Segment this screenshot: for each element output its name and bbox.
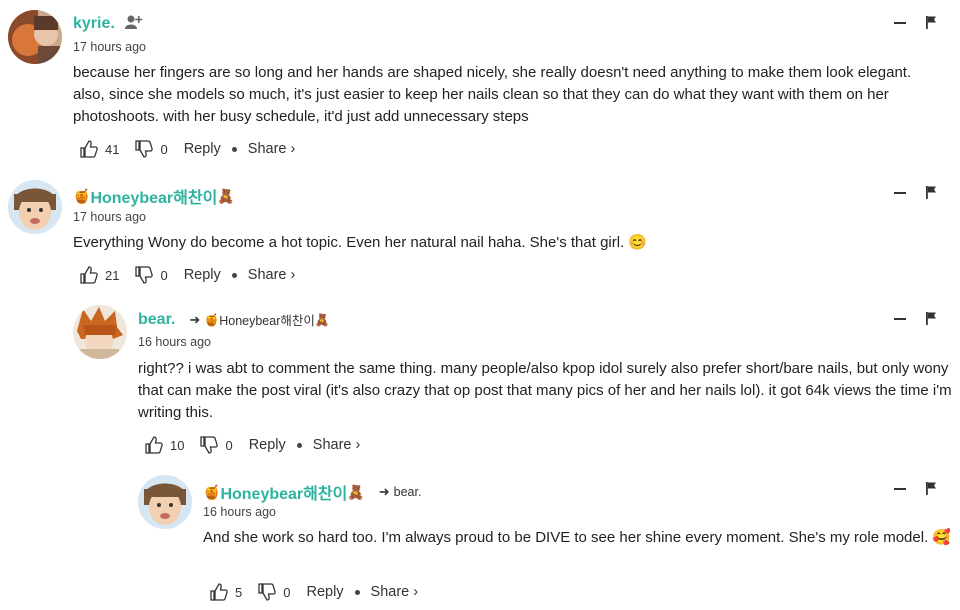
chevron-right-icon: ›: [355, 437, 361, 453]
thumbs-up-icon[interactable]: [80, 140, 98, 158]
collapse-icon[interactable]: [894, 21, 906, 24]
flag-icon[interactable]: [926, 482, 937, 495]
thumbs-up-icon[interactable]: [145, 436, 163, 454]
thumbs-up-icon[interactable]: [80, 266, 98, 284]
share-label: Share: [247, 267, 287, 283]
flag-icon[interactable]: [926, 312, 937, 325]
share-label: Share: [370, 584, 410, 600]
timestamp: 17 hours ago: [73, 210, 146, 224]
collapse-icon[interactable]: [894, 487, 906, 490]
like-count: 10: [170, 437, 185, 453]
comment-text: because her fingers are so long and her …: [73, 64, 912, 125]
teddy-bear-icon: 🧸: [347, 484, 365, 500]
thumbs-down-icon[interactable]: [135, 266, 154, 284]
dislike-count: 0: [160, 267, 168, 283]
chevron-right-icon: ›: [290, 267, 296, 283]
username[interactable]: Honeybear해찬이: [90, 184, 217, 208]
username[interactable]: bear.: [138, 311, 175, 329]
flag-icon[interactable]: [926, 16, 937, 29]
honey-pot-icon: 🍯: [204, 312, 220, 327]
honey-pot-icon: 🍯: [73, 188, 91, 204]
like-count: 41: [105, 141, 120, 157]
comment-text: right?? i was abt to comment the same th…: [138, 360, 952, 421]
reply-arrow-icon: ➜: [378, 484, 390, 499]
avatar[interactable]: [73, 305, 127, 359]
reply-button[interactable]: Reply: [306, 584, 343, 600]
dislike-count: 0: [160, 141, 168, 157]
dislike-count: 0: [283, 584, 291, 600]
like-count: 5: [235, 584, 243, 600]
username[interactable]: kyrie.: [73, 15, 115, 33]
add-friend-icon[interactable]: [124, 14, 143, 33]
share-label: Share: [247, 141, 287, 157]
separator-dot: [296, 442, 302, 448]
thumbs-down-icon[interactable]: [135, 140, 154, 158]
collapse-icon[interactable]: [894, 191, 906, 194]
username[interactable]: Honeybear해찬이: [220, 480, 347, 504]
avatar[interactable]: [8, 180, 62, 234]
avatar[interactable]: [138, 475, 192, 529]
share-button[interactable]: Share ›: [248, 141, 296, 157]
reply-button[interactable]: Reply: [184, 267, 221, 283]
thumbs-down-icon[interactable]: [200, 436, 219, 454]
reply-to-indicator[interactable]: ➜ 🍯 Honeybear해찬이 🧸: [189, 310, 329, 329]
reply-to-username: Honeybear해찬이: [219, 314, 315, 328]
avatar[interactable]: [8, 10, 62, 64]
thumbs-down-icon[interactable]: [258, 583, 276, 601]
dislike-count: 0: [225, 437, 233, 453]
comment-text: Everything Wony do become a hot topic. E…: [73, 234, 648, 251]
teddy-bear-icon: 🧸: [314, 312, 330, 327]
share-button[interactable]: Share ›: [248, 267, 296, 283]
comment-text: And she work so hard too. I'm always pro…: [203, 529, 952, 546]
reply-button[interactable]: Reply: [184, 141, 221, 157]
reply-arrow-icon: ➜: [189, 311, 201, 327]
teddy-bear-icon: 🧸: [217, 188, 235, 204]
like-count: 21: [105, 267, 120, 283]
timestamp: 17 hours ago: [73, 40, 146, 54]
separator-dot: [354, 589, 360, 595]
timestamp: 16 hours ago: [138, 335, 211, 349]
reply-to-indicator[interactable]: ➜ bear.: [379, 484, 422, 500]
separator-dot: [231, 272, 237, 278]
chevron-right-icon: ›: [290, 141, 296, 157]
share-button[interactable]: Share ›: [371, 584, 419, 600]
honey-pot-icon: 🍯: [203, 484, 221, 500]
share-button[interactable]: Share ›: [313, 437, 361, 453]
reply-button[interactable]: Reply: [249, 437, 286, 453]
collapse-icon[interactable]: [894, 317, 906, 320]
share-label: Share: [312, 437, 352, 453]
thumbs-up-icon[interactable]: [210, 583, 228, 601]
separator-dot: [231, 146, 237, 152]
flag-icon[interactable]: [926, 186, 937, 199]
reply-to-username: bear.: [393, 485, 422, 499]
timestamp: 16 hours ago: [203, 505, 276, 519]
chevron-right-icon: ›: [413, 584, 419, 600]
